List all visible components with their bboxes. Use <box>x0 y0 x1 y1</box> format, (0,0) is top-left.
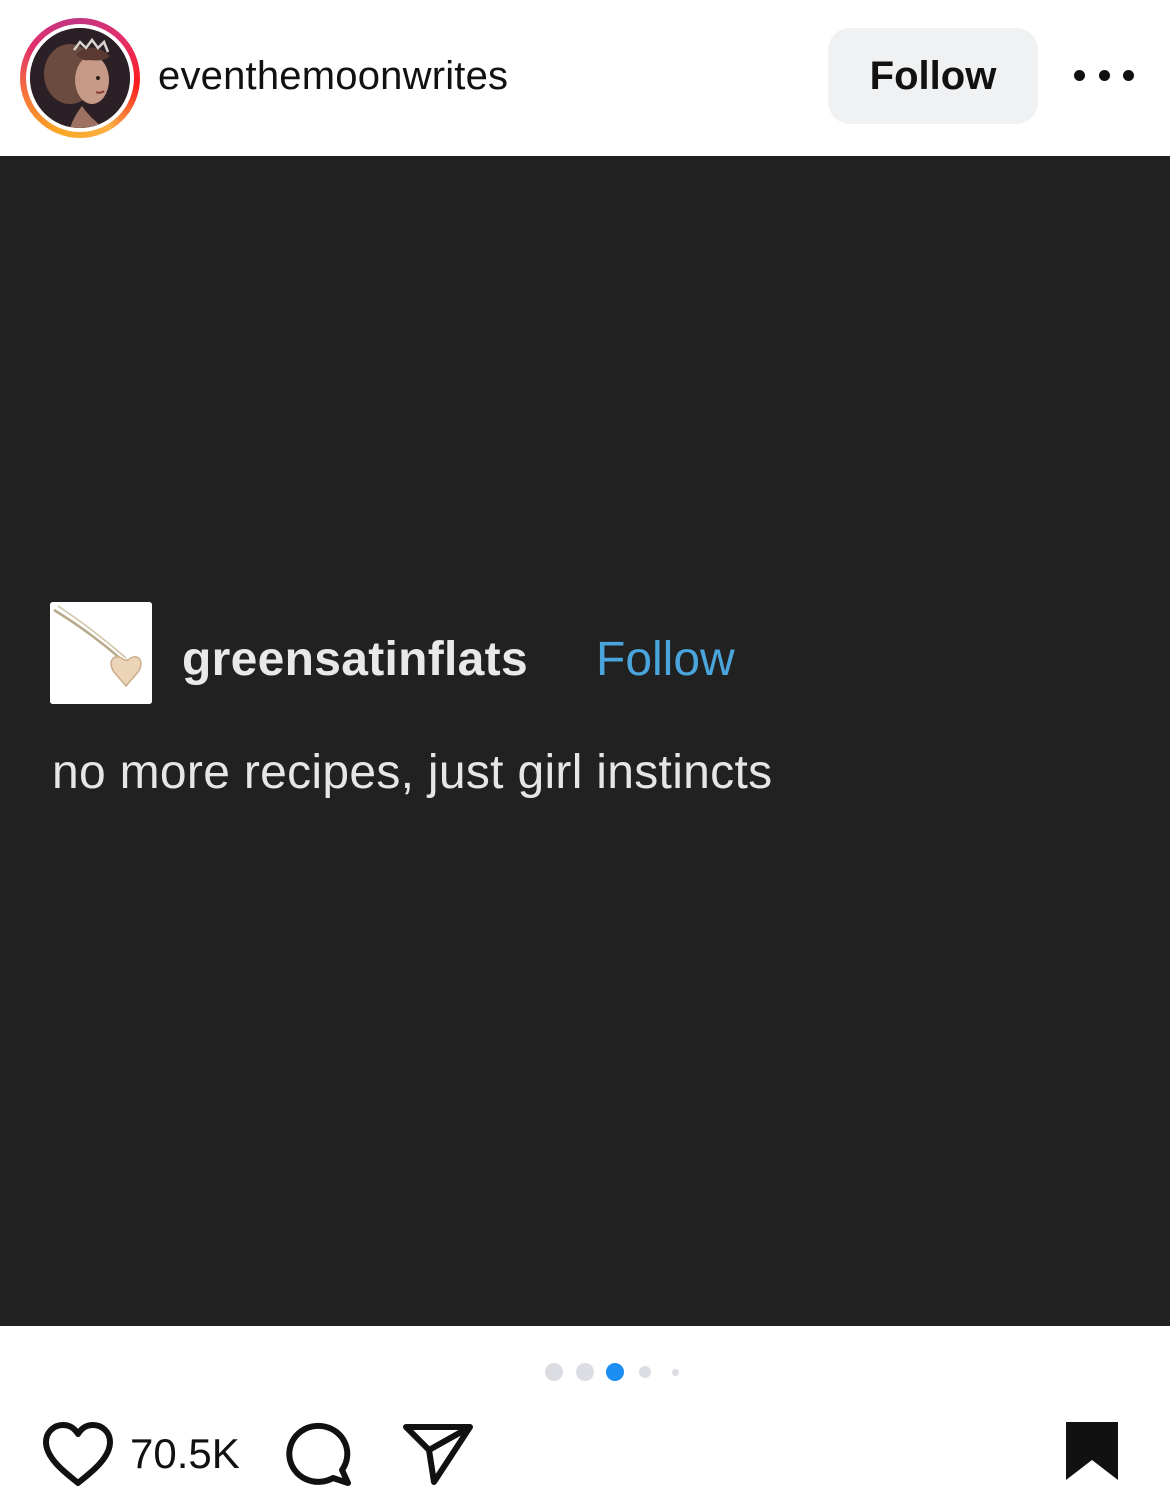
story-ring[interactable] <box>20 18 140 138</box>
carousel-dot <box>639 1366 651 1378</box>
carousel-indicator <box>0 1362 1170 1382</box>
post-header: eventhemoonwrites Follow <box>0 0 1170 156</box>
embedded-username: greensatinflats <box>182 633 528 686</box>
more-options-icon[interactable] <box>1074 60 1134 90</box>
profile-portrait-icon <box>30 28 130 128</box>
carousel-dot <box>576 1363 594 1381</box>
more-dot <box>1074 69 1085 81</box>
carousel-dot <box>672 1369 679 1376</box>
more-dot <box>1098 69 1110 81</box>
carousel-dot <box>545 1363 563 1381</box>
send-icon[interactable] <box>402 1420 474 1486</box>
heart-necklace-icon <box>50 602 152 704</box>
embedded-follow-link: Follow <box>596 633 735 686</box>
heart-icon[interactable] <box>40 1420 116 1488</box>
comment-icon[interactable] <box>284 1420 354 1488</box>
avatar-border <box>26 24 134 132</box>
embedded-avatar <box>50 602 152 704</box>
carousel-dot-active <box>606 1363 624 1381</box>
like-count[interactable]: 70.5K <box>130 1430 240 1478</box>
embedded-post-text: no more recipes, just girl instincts <box>52 746 773 799</box>
more-dot <box>1123 69 1134 81</box>
follow-button[interactable]: Follow <box>828 28 1038 124</box>
bookmark-icon[interactable] <box>1062 1420 1122 1484</box>
username[interactable]: eventhemoonwrites <box>158 52 508 100</box>
post-image[interactable]: greensatinflats Follow no more recipes, … <box>0 156 1170 1326</box>
avatar[interactable] <box>30 28 130 128</box>
